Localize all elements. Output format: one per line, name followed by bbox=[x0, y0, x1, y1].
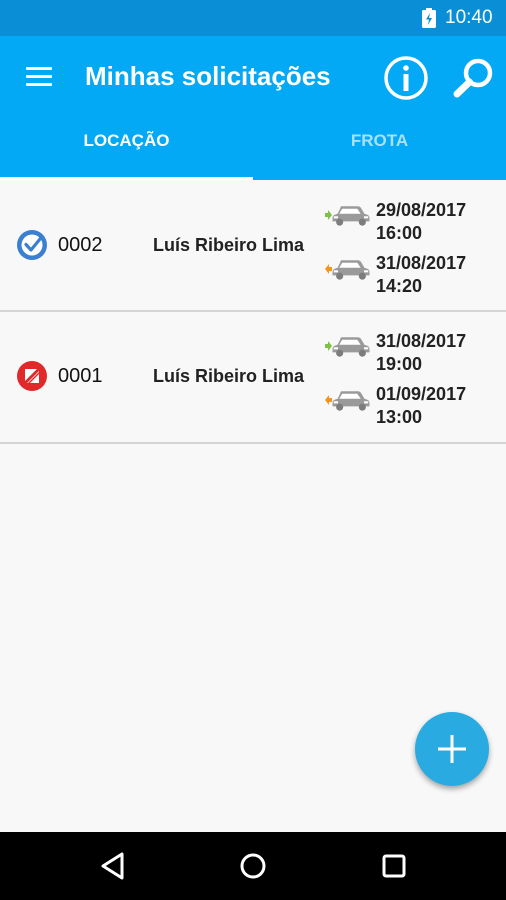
request-number: 0002 bbox=[58, 234, 103, 256]
status-bar: 10:40 bbox=[0, 0, 506, 36]
tab-frota[interactable]: FROTA bbox=[253, 128, 506, 180]
back-button[interactable] bbox=[94, 846, 134, 886]
battery-charging-icon bbox=[422, 8, 436, 28]
request-row[interactable]: 0001 Luís Ribeiro Lima 31/08/2017 19:00 … bbox=[0, 312, 506, 444]
tab-locacao[interactable]: LOCAÇÃO bbox=[0, 128, 253, 180]
search-icon bbox=[453, 58, 493, 98]
pickup-car-icon bbox=[325, 337, 370, 357]
info-button[interactable] bbox=[382, 54, 430, 102]
pickup-car-icon bbox=[325, 206, 370, 226]
pickup-date: 29/08/2017 bbox=[376, 200, 467, 220]
home-icon bbox=[240, 853, 266, 879]
info-icon bbox=[384, 56, 428, 100]
requester-name: Luís Ribeiro Lima bbox=[153, 235, 305, 255]
cancelled-circle-icon bbox=[17, 361, 47, 391]
return-date: 01/09/2017 bbox=[376, 384, 467, 404]
recents-icon bbox=[382, 854, 406, 878]
pickup-date: 31/08/2017 bbox=[376, 331, 467, 351]
pickup-time: 16:00 bbox=[376, 223, 423, 243]
return-car-icon bbox=[325, 391, 370, 411]
navigation-bar bbox=[0, 832, 506, 900]
page-title: Minhas solicitações bbox=[85, 61, 331, 91]
app-bar: Minhas solicitações LOCAÇÃO FROTA bbox=[0, 36, 506, 180]
requester-name: Luís Ribeiro Lima bbox=[153, 366, 305, 386]
add-icon bbox=[438, 735, 466, 763]
return-time: 13:00 bbox=[376, 407, 423, 427]
check-circle-icon bbox=[17, 230, 47, 260]
return-date: 31/08/2017 bbox=[376, 253, 467, 273]
search-button[interactable] bbox=[450, 54, 498, 102]
return-car-icon bbox=[325, 260, 370, 280]
menu-button[interactable] bbox=[18, 56, 62, 96]
recents-button[interactable] bbox=[374, 846, 414, 886]
home-button[interactable] bbox=[233, 846, 273, 886]
request-number: 0001 bbox=[58, 365, 103, 387]
status-time: 10:40 bbox=[445, 7, 493, 28]
add-request-button[interactable] bbox=[415, 712, 489, 786]
return-time: 14:20 bbox=[376, 276, 423, 296]
pickup-time: 19:00 bbox=[376, 354, 423, 374]
request-row[interactable]: 0002 Luís Ribeiro Lima 29/08/2017 16:00 … bbox=[0, 180, 506, 312]
back-icon bbox=[101, 852, 124, 880]
